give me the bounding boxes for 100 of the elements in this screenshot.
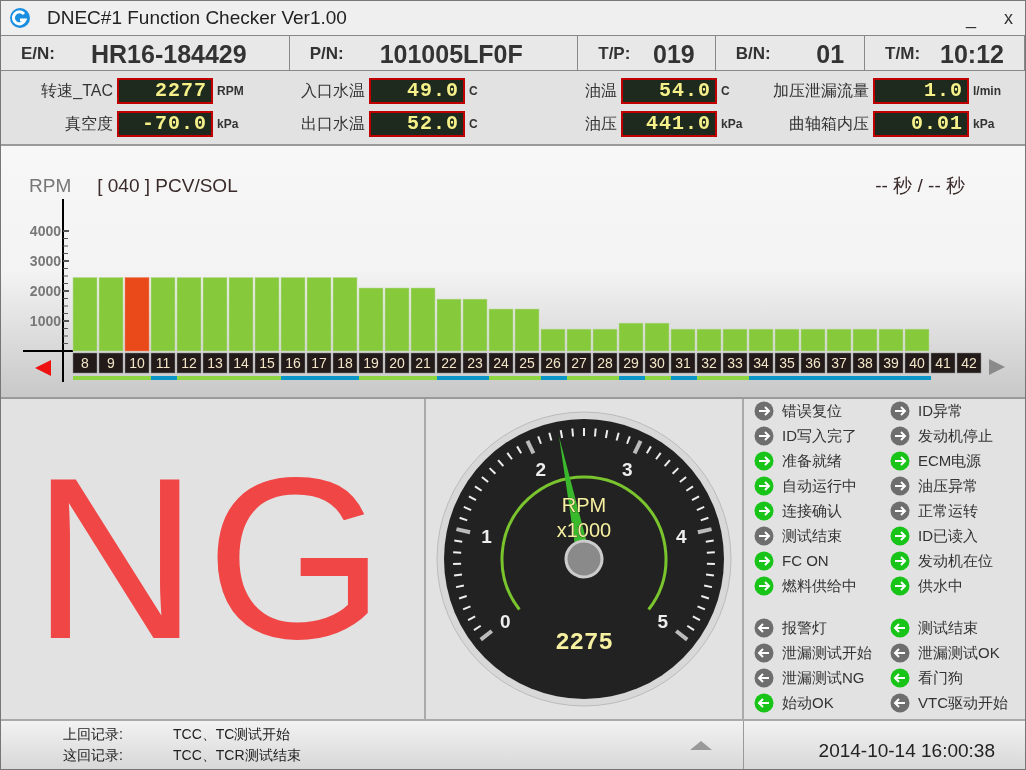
step-box xyxy=(124,352,150,374)
signal-label: 泄漏测试OK xyxy=(918,642,1000,663)
y-tick-label: 4000 xyxy=(29,223,61,239)
field-value: 10:12 xyxy=(940,42,1004,67)
signal-label: 泄漏测试NG xyxy=(782,667,865,688)
field-label: T/M: xyxy=(885,42,921,65)
step-box xyxy=(98,352,124,374)
step-number: 8 xyxy=(81,355,89,371)
meter-unit: C xyxy=(469,115,478,133)
record-label: 这回记录: xyxy=(63,746,124,765)
record-label: 上回记录: xyxy=(63,725,124,744)
meter-label: 出口水温 xyxy=(300,113,365,134)
gauge-scale-label: 3 xyxy=(621,458,633,480)
meter-label: 入口水温 xyxy=(300,81,365,102)
step-number: 20 xyxy=(389,355,405,371)
step-box xyxy=(228,352,254,374)
step-box xyxy=(488,352,514,374)
scroll-right-icon[interactable] xyxy=(989,359,1005,375)
step-number: 33 xyxy=(727,355,743,371)
signal-label: 连接确认 xyxy=(782,500,842,521)
y-tick-label: 2000 xyxy=(29,283,61,299)
field-value: 01 xyxy=(816,42,845,67)
field-label: T/P: xyxy=(598,42,631,65)
step-number: 36 xyxy=(805,355,821,371)
axis-label: RPM xyxy=(29,174,72,198)
step-number: 38 xyxy=(857,355,873,371)
signal-label: 发动机停止 xyxy=(918,425,993,446)
step-number: 9 xyxy=(107,355,115,371)
chart-title: [ 040 ] PCV/SOL xyxy=(97,174,238,198)
step-number: 32 xyxy=(701,355,717,371)
signal-label: 错误复位 xyxy=(782,400,842,421)
step-number: 37 xyxy=(831,355,847,371)
meter-unit: RPM xyxy=(217,83,244,101)
minimize-button[interactable]: _ xyxy=(966,4,976,32)
meter-display: 52.0 xyxy=(369,110,465,137)
step-number: 42 xyxy=(961,355,977,371)
expand-up-icon[interactable] xyxy=(689,739,713,751)
step-number: 19 xyxy=(363,355,379,371)
field-label: E/N: xyxy=(21,42,55,65)
step-number: 30 xyxy=(649,355,665,371)
step-box xyxy=(800,352,826,374)
step-number: 31 xyxy=(675,355,691,371)
step-box xyxy=(514,352,540,374)
meter-unit: C xyxy=(469,83,478,101)
scroll-left-icon[interactable] xyxy=(35,360,51,376)
window-title: DNEC#1 Function Checker Ver1.00 xyxy=(47,5,347,30)
step-box xyxy=(254,352,280,374)
signal-label: 燃料供给中 xyxy=(782,575,857,596)
signal-label: 测试结束 xyxy=(782,525,842,546)
datetime: 2014-10-14 16:00:38 xyxy=(818,738,995,763)
step-box xyxy=(280,352,306,374)
meter-display: 54.0 xyxy=(621,78,717,105)
meter-label: 曲轴箱内压 xyxy=(788,113,869,134)
step-number: 21 xyxy=(415,355,431,371)
step-box xyxy=(462,352,488,374)
signal-label: ID写入完了 xyxy=(782,425,857,446)
step-box xyxy=(618,352,644,374)
step-box xyxy=(644,352,670,374)
meter-display: 49.0 xyxy=(369,78,465,105)
step-box xyxy=(956,352,982,374)
app-logo-icon xyxy=(9,7,31,29)
step-number: 22 xyxy=(441,355,457,371)
gauge-reading: 2275 xyxy=(555,629,613,656)
signal-label: 发动机在位 xyxy=(918,550,993,571)
signal-label: 报警灯 xyxy=(782,617,827,638)
step-number: 15 xyxy=(259,355,275,371)
step-number: 29 xyxy=(623,355,639,371)
step-box xyxy=(826,352,852,374)
y-tick-label: 1000 xyxy=(29,313,61,329)
gauge-scale-label: 4 xyxy=(676,526,687,548)
step-number: 40 xyxy=(909,355,925,371)
step-box xyxy=(72,352,98,374)
step-box xyxy=(436,352,462,374)
meter-label: 真空度 xyxy=(64,113,113,134)
step-number: 34 xyxy=(753,355,769,371)
step-number: 14 xyxy=(233,355,249,371)
step-box xyxy=(852,352,878,374)
step-box xyxy=(150,352,176,374)
step-box xyxy=(540,352,566,374)
meter-label: 油压 xyxy=(584,113,617,134)
step-box xyxy=(202,352,228,374)
signal-label: 油压异常 xyxy=(918,475,978,496)
gauge-scale-label: 0 xyxy=(499,610,511,632)
record-value: TCC、TCR测试结束 xyxy=(173,746,301,765)
close-button[interactable]: x xyxy=(1004,4,1013,32)
step-box xyxy=(176,352,202,374)
step-number: 26 xyxy=(545,355,561,371)
step-box xyxy=(722,352,748,374)
step-number: 17 xyxy=(311,355,327,371)
signal-label: VTC驱动开始 xyxy=(918,692,1008,713)
step-number: 35 xyxy=(779,355,795,371)
step-number: 24 xyxy=(493,355,509,371)
meter-display: 1.0 xyxy=(873,78,969,105)
meter-display: 2277 xyxy=(117,78,213,105)
step-box xyxy=(696,352,722,374)
step-timer: -- 秒 / -- 秒 xyxy=(875,174,965,198)
signal-label: ID已读入 xyxy=(918,525,978,546)
signal-label: ECM电源 xyxy=(918,450,982,471)
field-label: B/N: xyxy=(735,42,771,65)
field-label: P/N: xyxy=(309,42,344,65)
